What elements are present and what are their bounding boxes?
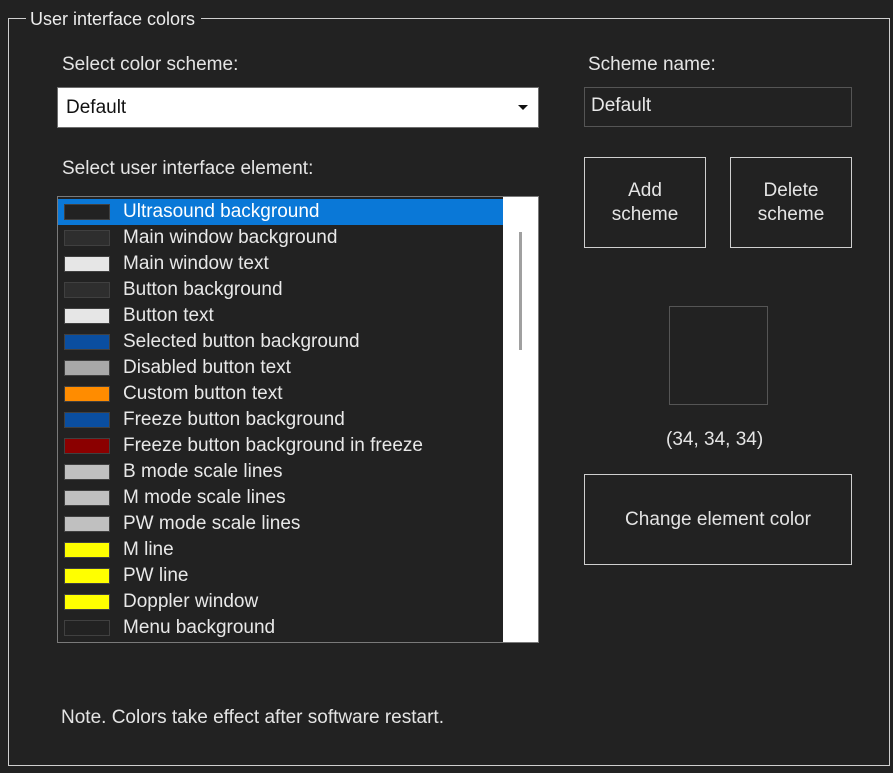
- restart-note: Note. Colors take effect after software …: [61, 707, 444, 728]
- color-swatch: [64, 230, 110, 246]
- list-item-label: M line: [123, 539, 174, 560]
- color-swatch: [64, 568, 110, 584]
- list-item-label: Ultrasound background: [123, 201, 320, 222]
- list-item[interactable]: Main window text: [58, 251, 503, 277]
- scrollbar-thumb[interactable]: [519, 232, 522, 350]
- add-scheme-button[interactable]: Add scheme: [584, 157, 706, 248]
- scheme-label: Select color scheme:: [62, 54, 239, 75]
- list-item[interactable]: B mode scale lines: [58, 459, 503, 485]
- list-item[interactable]: Freeze button background in freeze: [58, 433, 503, 459]
- color-swatch: [64, 334, 110, 350]
- delete-scheme-button-label: Delete scheme: [757, 179, 825, 225]
- list-item[interactable]: PW line: [58, 563, 503, 589]
- list-item[interactable]: M line: [58, 537, 503, 563]
- delete-scheme-button[interactable]: Delete scheme: [730, 157, 852, 248]
- list-item[interactable]: Button background: [58, 277, 503, 303]
- element-label: Select user interface element:: [62, 158, 314, 179]
- list-item[interactable]: PW mode scale lines: [58, 511, 503, 537]
- list-item-label: Disabled button text: [123, 357, 291, 378]
- color-swatch: [64, 542, 110, 558]
- scheme-select-value: Default: [66, 97, 127, 118]
- color-swatch: [64, 464, 110, 480]
- list-item-label: Doppler window: [123, 591, 259, 612]
- group-title: User interface colors: [26, 8, 202, 30]
- list-item-label: Button background: [123, 279, 283, 300]
- list-item-label: PW mode scale lines: [123, 513, 301, 534]
- scheme-select[interactable]: Default: [57, 87, 539, 128]
- chevron-down-icon[interactable]: [508, 88, 538, 127]
- list-item[interactable]: Disabled button text: [58, 355, 503, 381]
- element-listbox[interactable]: Ultrasound background Main window backgro…: [57, 196, 539, 643]
- color-preview-swatch: [669, 306, 768, 405]
- list-item[interactable]: Freeze button background: [58, 407, 503, 433]
- scheme-name-field[interactable]: Default: [584, 87, 852, 127]
- list-item-label: Freeze button background in freeze: [123, 435, 423, 456]
- rgb-value-text: (34, 34, 34): [666, 429, 764, 450]
- list-item-label: B mode scale lines: [123, 461, 283, 482]
- list-item-label: PW line: [123, 565, 189, 586]
- element-list: Ultrasound background Main window backgro…: [58, 197, 503, 642]
- color-swatch: [64, 516, 110, 532]
- color-swatch: [64, 256, 110, 272]
- scheme-name-value: Default: [591, 95, 652, 116]
- color-swatch: [64, 412, 110, 428]
- list-item[interactable]: Main window background: [58, 225, 503, 251]
- list-item[interactable]: Custom button text: [58, 381, 503, 407]
- list-item[interactable]: Selected button background: [58, 329, 503, 355]
- list-item-label: Freeze button background: [123, 409, 345, 430]
- list-item[interactable]: Doppler window: [58, 589, 503, 615]
- color-swatch: [64, 360, 110, 376]
- color-swatch: [64, 386, 110, 402]
- list-item-label: Selected button background: [123, 331, 360, 352]
- list-item[interactable]: Ultrasound background: [58, 199, 503, 225]
- list-item-label: Main window text: [123, 253, 269, 274]
- list-item[interactable]: Menu background: [58, 615, 503, 641]
- add-scheme-button-label: Add scheme: [611, 179, 679, 225]
- list-item-label: Menu background: [123, 617, 276, 638]
- color-swatch: [64, 282, 110, 298]
- list-item-label: Custom button text: [123, 383, 283, 404]
- change-element-color-button-label: Change element color: [625, 508, 811, 530]
- list-scrollbar[interactable]: [504, 197, 538, 642]
- change-element-color-button[interactable]: Change element color: [584, 474, 852, 565]
- list-item[interactable]: Button text: [58, 303, 503, 329]
- scheme-name-label: Scheme name:: [588, 54, 716, 75]
- color-swatch: [64, 438, 110, 454]
- list-item-label: Button text: [123, 305, 214, 326]
- color-swatch: [64, 594, 110, 610]
- list-item[interactable]: M mode scale lines: [58, 485, 503, 511]
- color-swatch: [64, 204, 110, 220]
- color-swatch: [64, 490, 110, 506]
- list-item-label: M mode scale lines: [123, 487, 286, 508]
- color-swatch: [64, 308, 110, 324]
- color-swatch: [64, 620, 110, 636]
- list-item-label: Main window background: [123, 227, 338, 248]
